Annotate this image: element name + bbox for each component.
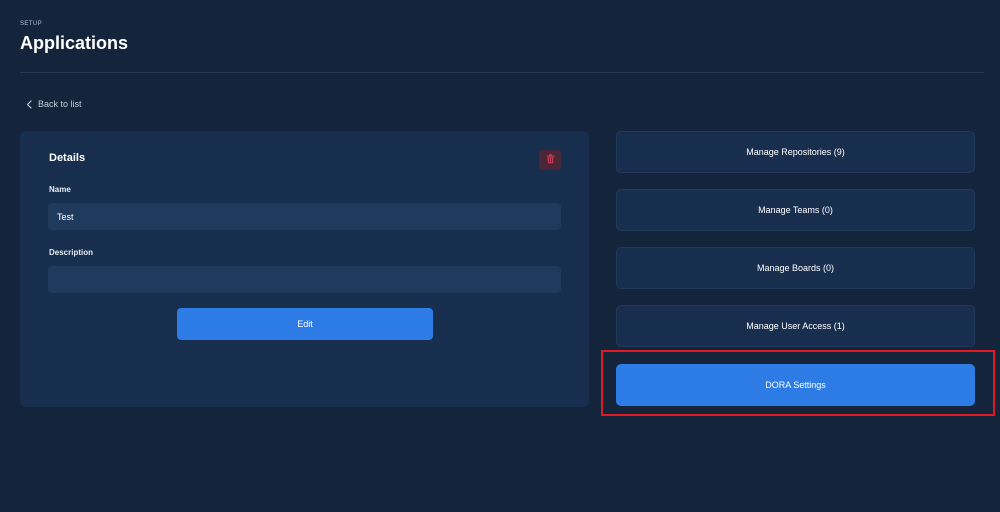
description-label: Description xyxy=(49,248,94,257)
name-input[interactable] xyxy=(48,203,561,230)
manage-boards-button[interactable]: Manage Boards (0) xyxy=(616,247,975,289)
page-eyebrow: SETUP xyxy=(20,21,43,27)
back-to-list-label: Back to list xyxy=(38,99,82,109)
page-title: Applications xyxy=(20,33,129,53)
edit-button[interactable]: Edit xyxy=(177,308,433,340)
details-card: Details Name Description Edit xyxy=(20,131,589,407)
delete-button[interactable] xyxy=(539,150,561,170)
manage-teams-button[interactable]: Manage Teams (0) xyxy=(616,189,975,231)
manage-user-access-button[interactable]: Manage User Access (1) xyxy=(616,305,975,347)
page: SETUP Applications Back to list Details xyxy=(0,0,1000,512)
header-divider xyxy=(20,72,984,73)
name-label: Name xyxy=(49,185,71,194)
dora-settings-button[interactable]: DORA Settings xyxy=(616,364,975,406)
details-title: Details xyxy=(49,152,86,164)
trash-icon xyxy=(546,151,555,169)
chevron-left-icon xyxy=(26,99,32,109)
back-to-list-link[interactable]: Back to list xyxy=(26,99,82,109)
manage-repositories-button[interactable]: Manage Repositories (9) xyxy=(616,131,975,173)
description-input[interactable] xyxy=(48,266,561,293)
